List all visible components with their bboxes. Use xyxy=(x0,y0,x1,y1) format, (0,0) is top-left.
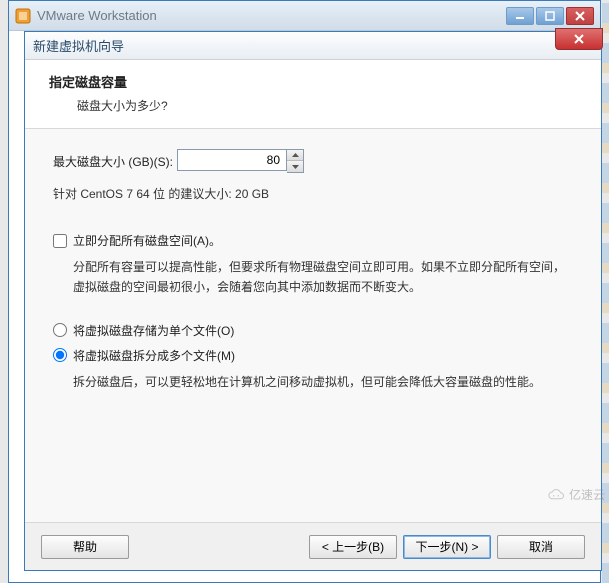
header-title: 指定磁盘容量 xyxy=(49,72,577,91)
next-button[interactable]: 下一步(N) > xyxy=(403,535,491,559)
main-close-button[interactable] xyxy=(566,7,594,25)
split-file-radio[interactable] xyxy=(53,348,67,362)
main-window-title: VMware Workstation xyxy=(37,8,504,23)
decorative-edge xyxy=(602,0,609,583)
dialog-title: 新建虚拟机向导 xyxy=(33,36,593,55)
single-file-radio[interactable] xyxy=(53,323,67,337)
vmware-main-window: VMware Workstation 新建虚拟机向导 指定磁盘容量 磁盘大小为多… xyxy=(8,0,601,583)
dialog-header: 指定磁盘容量 磁盘大小为多少? xyxy=(25,60,601,129)
allocate-now-row: 立即分配所有磁盘空间(A)。 xyxy=(53,232,573,249)
allocate-now-checkbox[interactable] xyxy=(53,234,67,248)
split-file-row: 将虚拟磁盘拆分成多个文件(M) xyxy=(53,347,573,364)
split-file-description: 拆分磁盘后，可以更轻松地在计算机之间移动虚拟机，但可能会降低大容量磁盘的性能。 xyxy=(73,372,573,392)
allocate-now-label[interactable]: 立即分配所有磁盘空间(A)。 xyxy=(73,232,221,249)
vmware-logo-icon xyxy=(15,8,31,24)
dialog-body: 最大磁盘大小 (GB)(S): 针对 CentOS 7 64 位 的建议大小: … xyxy=(25,129,601,529)
minimize-button[interactable] xyxy=(506,7,534,25)
single-file-label[interactable]: 将虚拟磁盘存储为单个文件(O) xyxy=(73,322,234,339)
spinner-buttons xyxy=(287,149,304,173)
maximize-button[interactable] xyxy=(536,7,564,25)
disk-size-row: 最大磁盘大小 (GB)(S): xyxy=(53,149,573,173)
header-subtitle: 磁盘大小为多少? xyxy=(77,97,577,114)
spinner-up-button[interactable] xyxy=(287,150,303,161)
window-control-group xyxy=(504,7,594,25)
disk-size-label: 最大磁盘大小 (GB)(S): xyxy=(53,153,173,170)
disk-size-input[interactable] xyxy=(177,149,287,171)
cancel-button[interactable]: 取消 xyxy=(497,535,585,559)
recommended-size-text: 针对 CentOS 7 64 位 的建议大小: 20 GB xyxy=(53,185,573,202)
allocate-now-description: 分配所有容量可以提高性能，但要求所有物理磁盘空间立即可用。如果不立即分配所有空间… xyxy=(73,257,573,298)
back-button[interactable]: < 上一步(B) xyxy=(309,535,397,559)
new-vm-wizard-dialog: 新建虚拟机向导 指定磁盘容量 磁盘大小为多少? 最大磁盘大小 (GB)(S): xyxy=(24,31,602,571)
single-file-row: 将虚拟磁盘存储为单个文件(O) xyxy=(53,322,573,339)
disk-size-spinner xyxy=(177,149,304,173)
spinner-down-button[interactable] xyxy=(287,161,303,172)
help-button[interactable]: 帮助 xyxy=(41,535,129,559)
dialog-footer: 帮助 < 上一步(B) 下一步(N) > 取消 xyxy=(25,522,601,570)
dialog-close-button[interactable] xyxy=(555,28,603,50)
main-titlebar: VMware Workstation xyxy=(9,1,600,31)
split-file-label[interactable]: 将虚拟磁盘拆分成多个文件(M) xyxy=(73,347,235,364)
dialog-titlebar: 新建虚拟机向导 xyxy=(25,32,601,60)
